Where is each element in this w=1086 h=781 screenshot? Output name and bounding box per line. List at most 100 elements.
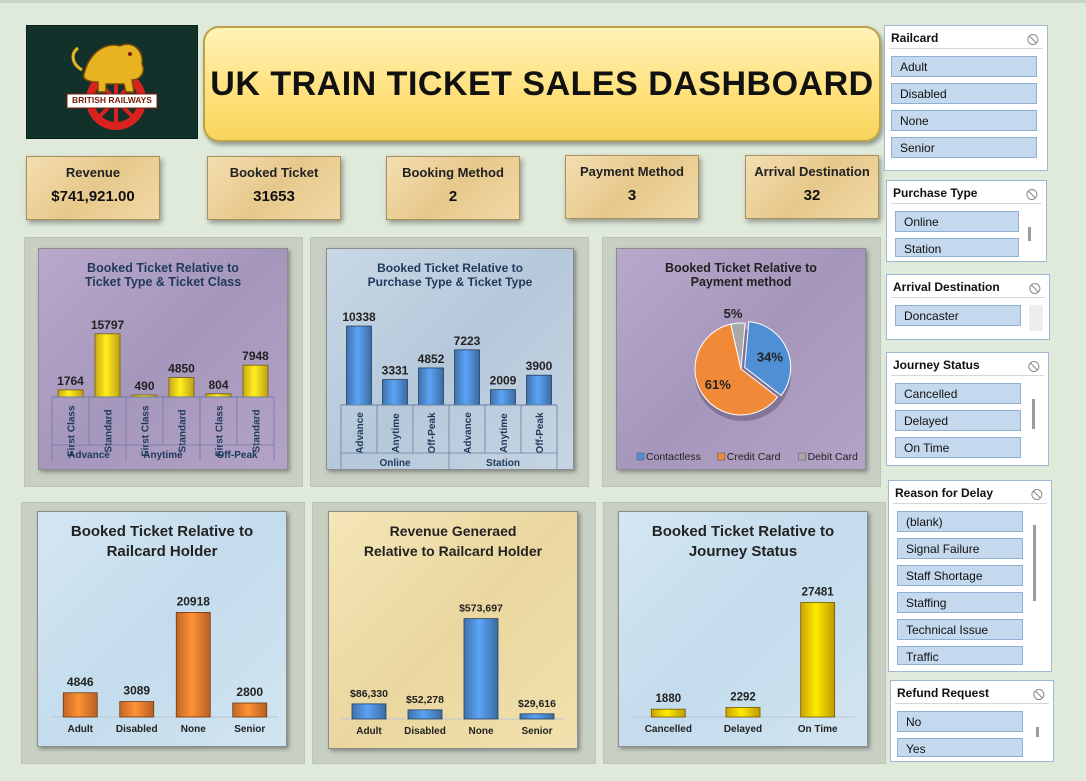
bar <box>650 708 686 718</box>
slicer-scrollbar[interactable] <box>1029 305 1043 331</box>
category-label: Adult <box>356 726 382 737</box>
slicer-item-delayed[interactable]: Delayed <box>895 410 1021 431</box>
chart-payment-method-pie[interactable]: Booked Ticket Relative to Payment method… <box>616 248 866 470</box>
slicer-item-station[interactable]: Station <box>895 238 1019 257</box>
category-label: Delayed <box>724 724 762 735</box>
kpi-label: Revenue <box>65 165 121 180</box>
data-label: $52,278 <box>406 694 444 706</box>
category-label: None <box>469 726 494 737</box>
category-label: Disabled <box>404 726 446 737</box>
category-label: None <box>181 724 206 735</box>
category-label: Standard <box>104 409 115 452</box>
data-label: 4846 <box>67 675 94 689</box>
slicer-scrollbar[interactable] <box>1033 525 1036 601</box>
category-label: Off-Peak <box>427 412 438 454</box>
slicer-item-staff-shortage[interactable]: Staff Shortage <box>897 565 1023 586</box>
category-label: Standard <box>178 409 189 452</box>
chart-ticket-type-class[interactable]: Booked Ticket Relative to Ticket Type & … <box>38 248 288 470</box>
kpi-label: Booked Ticket <box>229 165 319 180</box>
data-label: 15797 <box>91 318 125 332</box>
kpi-revenue: Revenue $741,921.00 <box>26 156 160 220</box>
slicer-header: Reason for Delay <box>895 486 994 500</box>
chart-journey-status[interactable]: Booked Ticket Relative to Journey Status… <box>618 511 868 747</box>
data-label: 1880 <box>656 693 682 705</box>
data-label: 804 <box>208 378 228 392</box>
category-label: First Class <box>215 405 226 457</box>
category-label: Senior <box>521 726 552 737</box>
category-label: Advance <box>463 412 474 454</box>
slicer-separator <box>891 375 1044 376</box>
slicer-scrollbar[interactable] <box>1036 727 1039 737</box>
bar <box>490 389 516 406</box>
slicer-item-yes[interactable]: Yes <box>897 738 1023 757</box>
category-label: Advance <box>355 412 366 454</box>
bar <box>526 374 552 406</box>
slicer-purchase-type[interactable]: Purchase Type 🛇 Online Station <box>886 180 1047 262</box>
slicer-journey-status[interactable]: Journey Status 🛇 Cancelled Delayed On Ti… <box>886 352 1049 466</box>
legend-swatch <box>717 452 726 461</box>
data-label: $86,330 <box>350 688 388 700</box>
bar <box>168 377 195 398</box>
slicer-reason-for-delay[interactable]: Reason for Delay 🛇 (blank) Signal Failur… <box>888 480 1052 672</box>
chart-frame-railcard: Booked Ticket Relative to Railcard Holde… <box>22 503 304 763</box>
slicer-item-no[interactable]: No <box>897 711 1023 732</box>
slicer-item-none[interactable]: None <box>891 110 1037 131</box>
slicer-railcard[interactable]: Railcard 🛇 Adult Disabled None Senior <box>884 25 1048 171</box>
category-label: Off-Peak <box>535 412 546 454</box>
group-label: Advance <box>68 450 110 461</box>
slicer-item-online[interactable]: Online <box>895 211 1019 232</box>
kpi-label: Payment Method <box>579 164 684 179</box>
chart-railcard-holder[interactable]: Booked Ticket Relative to Railcard Holde… <box>37 511 287 747</box>
legend-swatch <box>798 452 806 461</box>
slicer-scrollbar[interactable] <box>1032 399 1035 429</box>
slicer-scrollbar[interactable] <box>1028 227 1031 241</box>
chart-frame-ticket-type: Booked Ticket Relative to Ticket Type & … <box>25 238 302 486</box>
chart-purchase-ticket-type[interactable]: Booked Ticket Relative to Purchase Type … <box>326 248 574 470</box>
slicer-item-staffing[interactable]: Staffing <box>897 592 1023 613</box>
slicer-item-doncaster[interactable]: Doncaster <box>895 305 1021 326</box>
bar <box>382 379 408 406</box>
legend-entry: Credit Card <box>727 451 781 463</box>
slicer-item-cancelled[interactable]: Cancelled <box>895 383 1021 404</box>
slicer-item-blank[interactable]: (blank) <box>897 511 1023 532</box>
kpi-arrival-destination: Arrival Destination 32 <box>745 155 879 219</box>
bar <box>94 333 121 398</box>
slicer-refund-request[interactable]: Refund Request 🛇 No Yes <box>890 680 1054 762</box>
chart-svg: 1880 Cancelled 2292 Delayed 27481 On Time <box>631 586 855 735</box>
data-label: 4852 <box>418 352 445 366</box>
dashboard-title-banner: UK TRAIN TICKET SALES DASHBOARD <box>203 26 881 142</box>
category-label: First Class <box>141 405 152 457</box>
data-label: $29,616 <box>518 698 556 710</box>
bar <box>175 612 211 718</box>
slicer-separator <box>891 203 1042 204</box>
data-label: 10338 <box>342 310 376 324</box>
bar <box>57 389 84 398</box>
pie-data-label: 34% <box>757 349 783 364</box>
kpi-value: $741,921.00 <box>51 188 135 205</box>
slicer-header: Refund Request <box>897 686 990 700</box>
logo-text: BRITISH RAILWAYS <box>72 95 152 105</box>
data-label: 2800 <box>236 685 263 699</box>
slicer-item-disabled[interactable]: Disabled <box>891 83 1037 104</box>
slicer-item-on-time[interactable]: On Time <box>895 437 1021 458</box>
group-label: Station <box>486 458 520 469</box>
slicer-item-signal-failure[interactable]: Signal Failure <box>897 538 1023 559</box>
bar <box>800 602 836 718</box>
british-railways-logo: BRITISH RAILWAYS <box>26 25 198 139</box>
data-label: 4850 <box>168 362 195 376</box>
slicer-item-adult[interactable]: Adult <box>891 56 1037 77</box>
slicer-arrival-destination[interactable]: Arrival Destination 🛇 Doncaster <box>886 274 1050 340</box>
slicer-header: Railcard <box>891 31 939 45</box>
group-label: Online <box>379 458 411 469</box>
slicer-item-technical-issue[interactable]: Technical Issue <box>897 619 1023 640</box>
data-label: 2292 <box>730 691 756 703</box>
slicer-item-senior[interactable]: Senior <box>891 137 1037 158</box>
legend-entry: Contactless <box>646 451 701 463</box>
data-label: 2009 <box>490 374 517 388</box>
chart-revenue-railcard[interactable]: Revenue Generaed Relative to Railcard Ho… <box>328 511 578 749</box>
slicer-item-traffic[interactable]: Traffic <box>897 646 1023 665</box>
bar <box>346 325 372 406</box>
group-label: Off-Peak <box>216 450 258 461</box>
pie-data-label: 5% <box>724 306 743 321</box>
bar <box>242 364 269 398</box>
